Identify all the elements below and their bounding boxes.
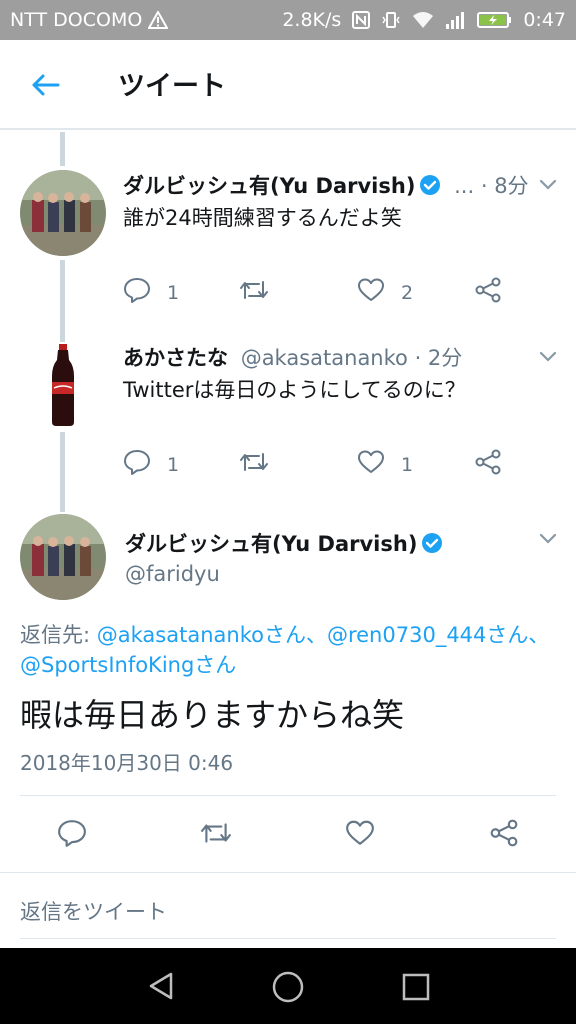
system-nav-bar — [0, 948, 576, 1024]
thread-line — [60, 260, 65, 342]
recents-nav-icon[interactable] — [402, 973, 430, 1005]
like-button[interactable] — [345, 818, 375, 853]
network-speed: 2.8K/s — [282, 9, 342, 31]
vibrate-icon — [381, 10, 401, 30]
reply-count: 1 — [167, 281, 180, 304]
handle: @akasatananko — [240, 346, 408, 370]
main-tweet-text: 暇は毎日ありますからね笑 — [20, 696, 405, 734]
handle[interactable]: @faridyu — [125, 562, 220, 586]
divider — [0, 872, 576, 873]
tweet-text: 誰が24時間練習するんだよ笑 — [123, 206, 402, 230]
tweet-time: · 2分 — [414, 346, 463, 370]
reply-icon — [123, 276, 151, 309]
reply-compose-input[interactable]: 返信をツイート — [20, 896, 167, 926]
display-name[interactable]: あかさたな — [123, 346, 228, 370]
handle: ... — [454, 174, 475, 198]
share-icon — [489, 818, 519, 853]
reply-to-prefix: 返信先: — [20, 623, 97, 647]
signal-icon — [445, 10, 467, 30]
like-button[interactable]: 2 — [357, 276, 413, 309]
avatar[interactable] — [20, 342, 106, 428]
divider — [20, 795, 556, 796]
tweet-header: ダルビッシュ有(Yu Darvish) ... · 8分 — [123, 170, 529, 201]
reply-button[interactable]: 1 — [123, 276, 179, 309]
share-button[interactable] — [489, 818, 519, 853]
chevron-down-icon[interactable] — [537, 173, 559, 195]
app-header: ツイート — [0, 40, 576, 130]
reply-separator: 、 — [305, 623, 327, 647]
like-button[interactable]: 1 — [357, 448, 413, 481]
verified-badge-icon — [419, 174, 441, 201]
clock: 0:47 — [523, 9, 566, 31]
back-nav-icon[interactable] — [145, 970, 177, 1006]
tweet-header: あかさたな @akasatananko · 2分 — [123, 342, 462, 372]
chevron-down-icon[interactable] — [537, 345, 559, 367]
thread-line — [60, 132, 65, 166]
reply-to-link[interactable]: @ren0730_444さん — [327, 623, 528, 647]
share-button[interactable] — [474, 276, 502, 309]
retweet-button[interactable] — [239, 276, 269, 309]
reply-separator: 、 — [528, 623, 550, 647]
tweet-timestamp: 2018年10月30日 0:46 — [20, 751, 234, 775]
chevron-down-icon[interactable] — [537, 527, 559, 549]
wifi-icon — [411, 10, 435, 30]
heart-icon — [345, 818, 375, 853]
like-count: 1 — [401, 453, 414, 476]
verified-badge-icon — [421, 532, 443, 559]
back-arrow-icon[interactable] — [28, 68, 62, 102]
battery-icon — [477, 10, 513, 30]
display-name[interactable]: ダルビッシュ有(Yu Darvish) — [125, 532, 417, 556]
reply-button[interactable] — [57, 818, 87, 853]
retweet-button[interactable] — [200, 818, 232, 853]
reply-to-link[interactable]: @akasatanankoさん — [97, 623, 306, 647]
carrier-label: NTT DOCOMO — [10, 9, 143, 31]
tweet-text: Twitterは毎日のようにしてるのに？ — [123, 378, 466, 402]
page-title: ツイート — [118, 71, 226, 102]
heart-icon — [357, 276, 385, 309]
reply-button[interactable]: 1 — [123, 448, 179, 481]
nfc-icon — [351, 10, 371, 30]
warning-icon — [148, 11, 169, 29]
display-name[interactable]: ダルビッシュ有(Yu Darvish) — [123, 174, 415, 198]
share-icon — [474, 448, 502, 481]
reply-to-line: 返信先: @akasatanankoさん、@ren0730_444さん、@Spo… — [20, 620, 560, 680]
share-button[interactable] — [474, 448, 502, 481]
status-bar: NTT DOCOMO 2.8K/s 0:47 — [0, 0, 576, 40]
retweet-button[interactable] — [239, 448, 269, 481]
divider — [20, 938, 556, 939]
avatar[interactable] — [20, 170, 106, 256]
like-count: 2 — [401, 281, 414, 304]
reply-count: 1 — [167, 453, 180, 476]
tweet-time: · 8分 — [480, 174, 529, 198]
thread-line — [60, 432, 65, 512]
main-tweet-header: ダルビッシュ有(Yu Darvish) — [125, 528, 443, 559]
reply-icon — [123, 448, 151, 481]
home-nav-icon[interactable] — [271, 970, 305, 1008]
avatar[interactable] — [20, 514, 106, 600]
retweet-icon — [239, 448, 269, 481]
retweet-icon — [239, 276, 269, 309]
retweet-icon — [200, 818, 232, 853]
reply-to-link[interactable]: @SportsInfoKingさん — [20, 653, 236, 677]
share-icon — [474, 276, 502, 309]
heart-icon — [357, 448, 385, 481]
reply-icon — [57, 818, 87, 853]
